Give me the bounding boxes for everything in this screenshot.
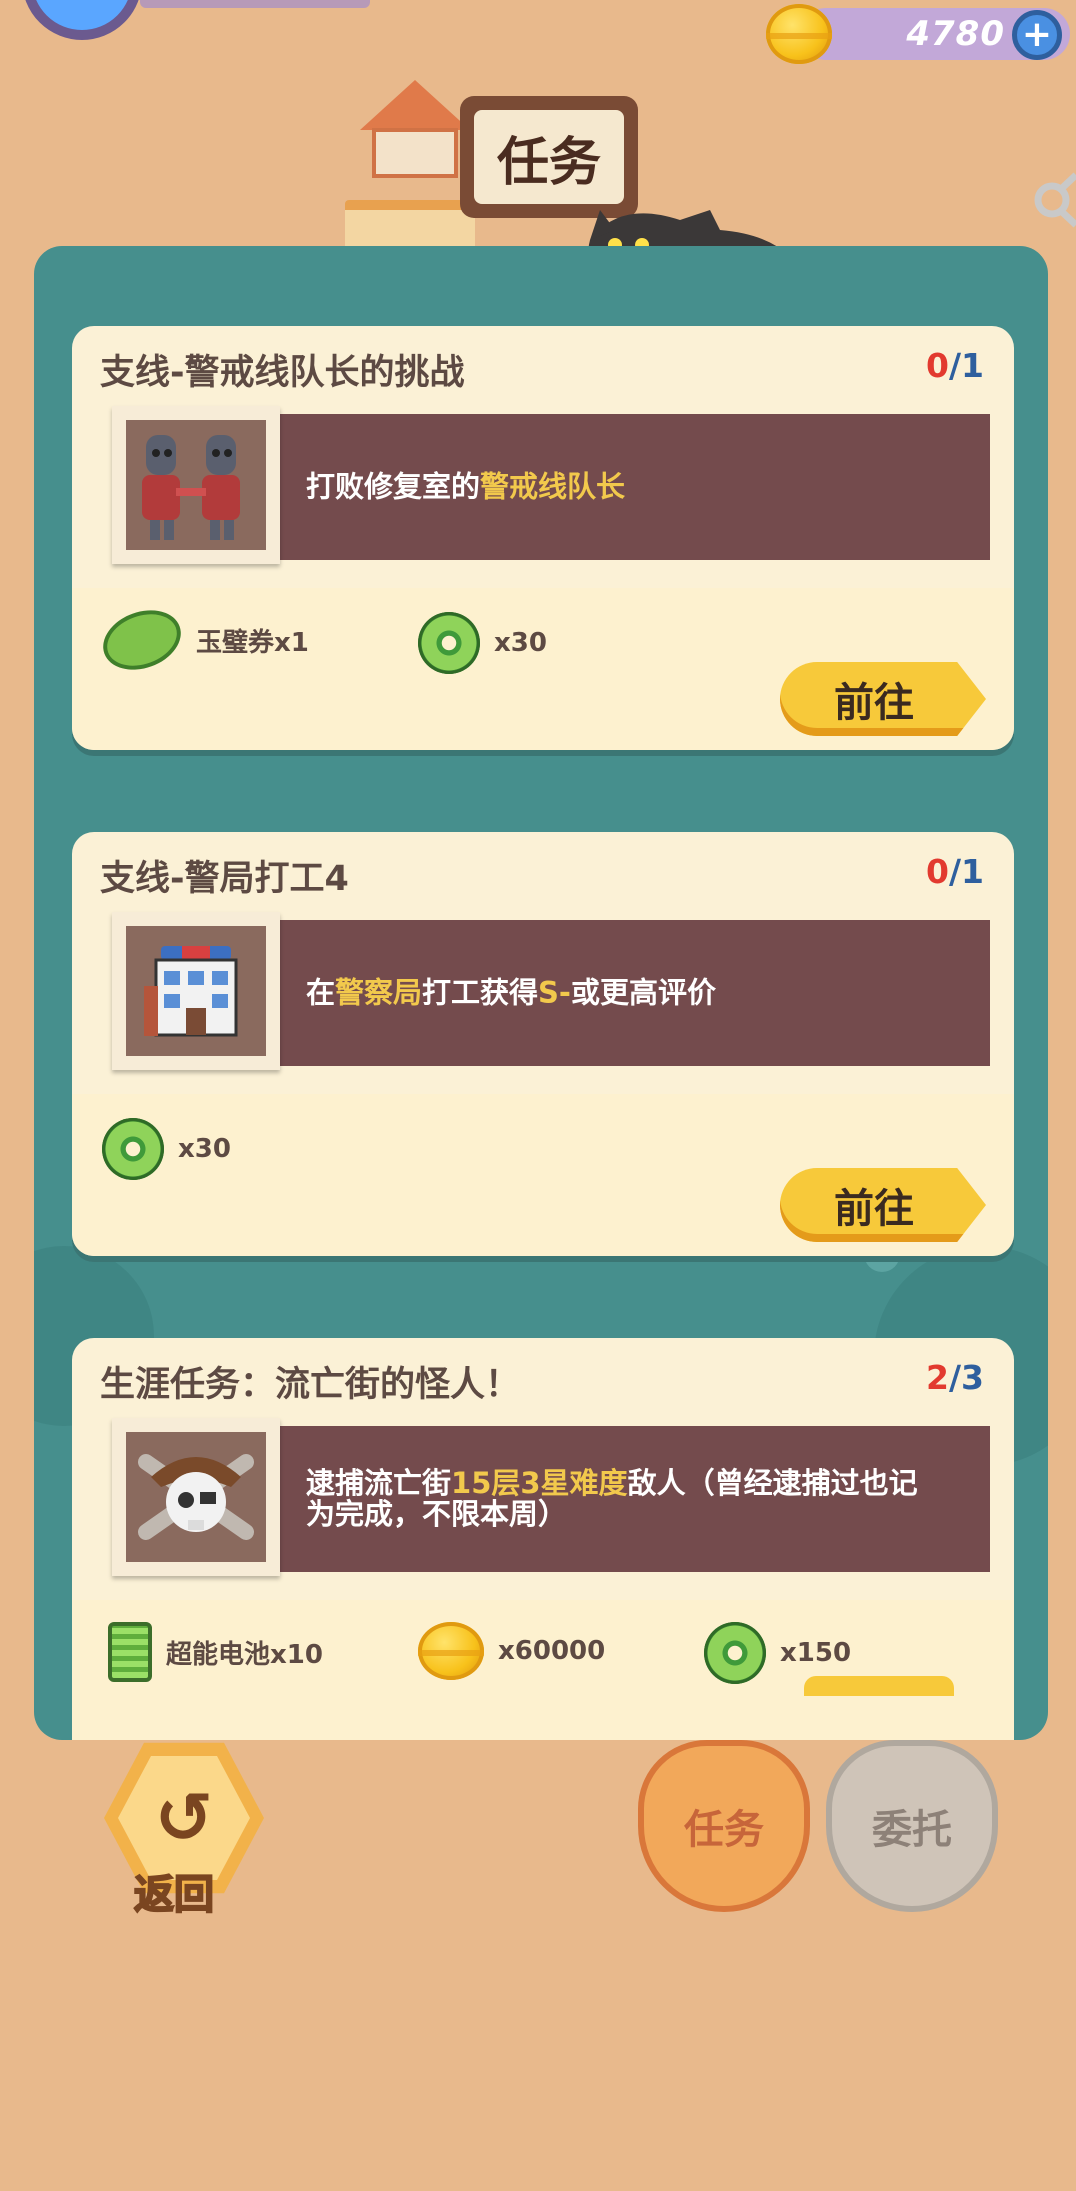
task-card: 支线-警戒线队长的挑战 0/1 打败修复室的警戒线队长 玉璧券x1 x30 前往 (72, 326, 1014, 750)
tab-task[interactable]: 任务 (638, 1740, 810, 1912)
reward-item: 超能电池x10 (108, 1622, 323, 1682)
battery-icon (108, 1622, 152, 1682)
gold-coin-icon (418, 1622, 484, 1680)
reward-item: x150 (704, 1622, 851, 1684)
tab-entrust[interactable]: 委托 (826, 1740, 998, 1912)
books-decoration (345, 200, 475, 250)
police-station-icon (144, 946, 238, 1037)
coin-amount: 4780 (906, 14, 1005, 54)
task-title: 支线-警局打工4 (100, 859, 349, 899)
green-donut-icon (704, 1622, 766, 1684)
task-progress: 0/1 (926, 852, 984, 891)
reward-item: x30 (102, 1118, 231, 1180)
reward-item: 玉璧券x1 (94, 600, 309, 680)
task-description-box: 逮捕流亡街15层3星难度敌人（曾经逮捕过也记为完成，不限本周） (280, 1426, 990, 1572)
reward-item: x30 (418, 612, 547, 674)
task-progress: 2/3 (926, 1358, 984, 1397)
reward-area: x30 前往 (72, 1094, 1014, 1256)
reward-item: x60000 (418, 1622, 605, 1680)
task-description: 逮捕流亡街15层3星难度敌人（曾经逮捕过也记为完成，不限本周） (306, 1466, 918, 1531)
back-label: 返回 (133, 1871, 215, 1919)
task-description-box: 在警察局打工获得S-或更高评价 (280, 920, 990, 1066)
task-thumbnail (112, 1418, 280, 1576)
task-card: 支线-警局打工4 0/1 在警察局打工获得S-或更高评价 x30 前往 (72, 832, 1014, 1256)
player-level-bar (140, 0, 370, 8)
pirate-skull-icon (138, 1454, 254, 1540)
reward-area: 玉璧券x1 x30 前往 (72, 588, 1014, 750)
player-avatar[interactable] (22, 0, 142, 40)
green-donut-icon (102, 1118, 164, 1180)
task-description: 在警察局打工获得S-或更高评价 (306, 975, 716, 1010)
reward-area: 超能电池x10 x60000 x150 (72, 1600, 1014, 1740)
scissors-icon (1034, 172, 1076, 228)
task-panel: 支线-警戒线队长的挑战 0/1 打败修复室的警戒线队长 玉璧券x1 x30 前往… (34, 246, 1048, 1740)
go-button[interactable] (804, 1676, 954, 1696)
task-title: 支线-警戒线队长的挑战 (100, 353, 465, 393)
task-progress: 0/1 (926, 346, 984, 385)
add-coins-button[interactable]: + (1012, 10, 1062, 60)
go-button[interactable]: 前往 (780, 662, 986, 736)
back-button[interactable]: ↺ 返回 (104, 1738, 264, 1919)
task-card: 生涯任务：流亡街的怪人！ 2/3 逮捕流亡街15层3星难度敌人（曾经逮捕过也记为… (72, 1338, 1014, 1740)
house-decoration (360, 80, 470, 178)
task-description: 打败修复室的警戒线队长 (306, 469, 626, 504)
task-title: 生涯任务：流亡街的怪人！ (100, 1365, 521, 1405)
green-donut-icon (418, 612, 480, 674)
go-button[interactable]: 前往 (780, 1168, 986, 1242)
robot-pair-icon (142, 435, 240, 540)
task-thumbnail (112, 912, 280, 1070)
task-description-box: 打败修复室的警戒线队长 (280, 414, 990, 560)
jade-ticket-icon (94, 600, 190, 680)
task-thumbnail (112, 406, 280, 564)
gold-coin-icon (766, 4, 832, 64)
